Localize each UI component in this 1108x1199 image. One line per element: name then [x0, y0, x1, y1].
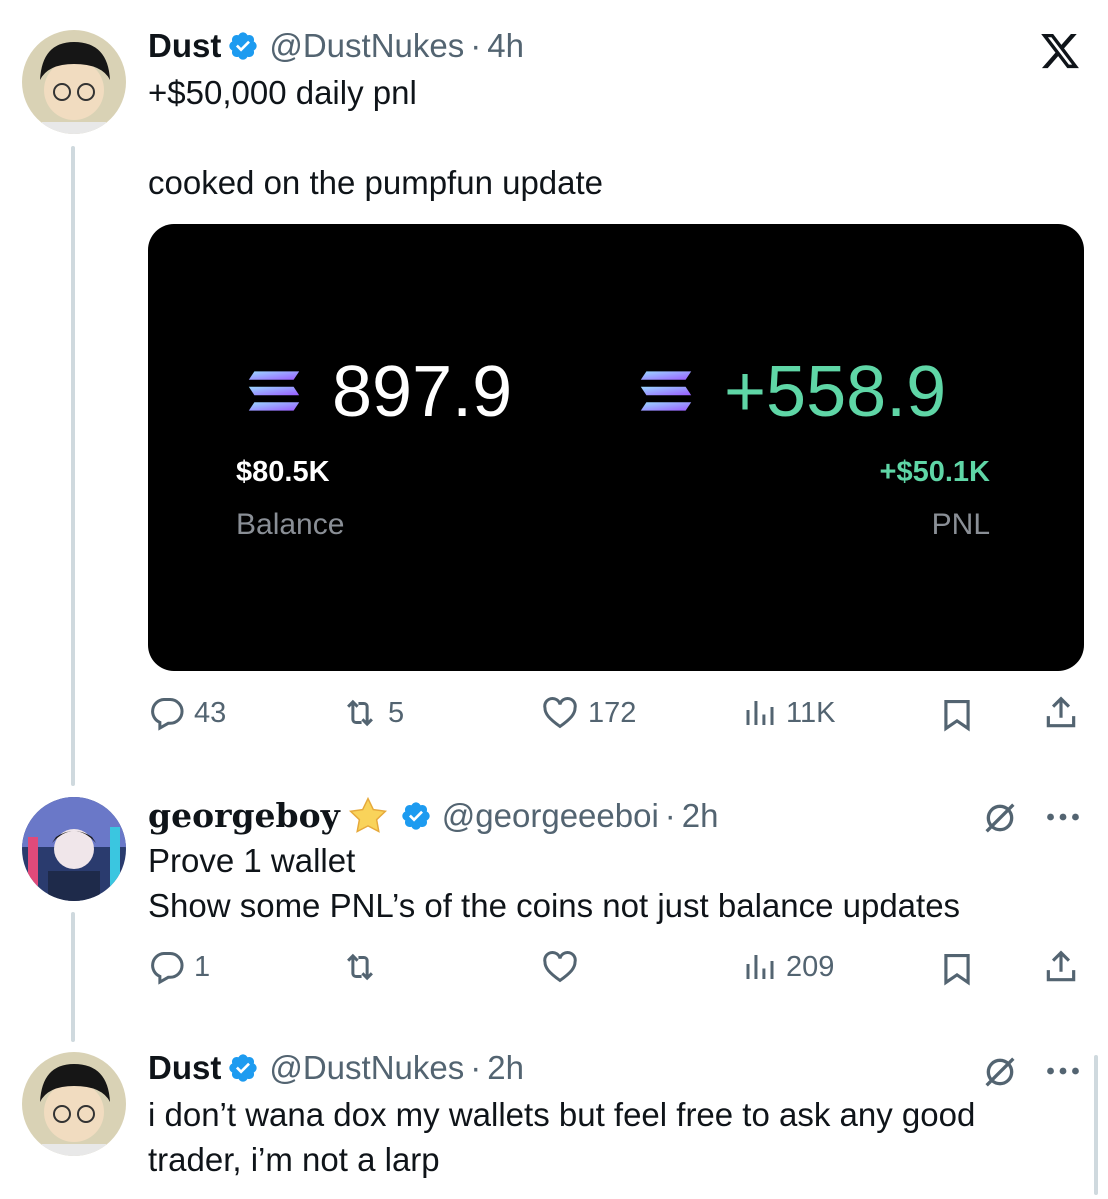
- post-text-line-1: +$50,000 daily pnl: [148, 74, 417, 111]
- balance-usd-value: $80.5K: [236, 456, 330, 488]
- reply2-author-handle[interactable]: @DustNukes: [269, 1048, 464, 1088]
- post-header: Dust @DustNukes · 4h: [148, 26, 524, 66]
- reply2-text-line-2: trader, i’m not a larp: [148, 1141, 440, 1178]
- pnl-usd-value: +$50.1K: [879, 456, 990, 488]
- scrollbar[interactable]: [1094, 1055, 1098, 1195]
- avatar-dust-reply[interactable]: [22, 1052, 126, 1156]
- thread-connector-2: [71, 912, 75, 1042]
- verified-badge-icon: [229, 32, 258, 60]
- reply1-reply-count: 1: [194, 950, 211, 983]
- heart-icon: [543, 696, 577, 729]
- reply1-views-count: 209: [786, 950, 835, 983]
- bookmark-icon[interactable]: [938, 696, 976, 734]
- reply2-author-name[interactable]: Dust: [148, 1048, 221, 1088]
- reply-button[interactable]: 43: [148, 694, 226, 732]
- reply2-text-line-1: i don’t wana dox my wallets but feel fre…: [148, 1096, 976, 1133]
- reply-icon: [151, 952, 184, 985]
- reply2-header: Dust @DustNukes · 2h: [148, 1048, 524, 1088]
- pnl-label: PNL: [931, 508, 990, 541]
- reply1-reply-button[interactable]: 1: [148, 948, 210, 986]
- solana-icon-pnl: [640, 371, 692, 411]
- post-time[interactable]: 4h: [487, 26, 524, 66]
- more-icon[interactable]: [1046, 1066, 1080, 1076]
- reply2-verified-badge-icon: [229, 1054, 258, 1082]
- solana-icon-balance: [248, 371, 300, 411]
- post-text-line-2: cooked on the pumpfun update: [148, 164, 604, 201]
- author-handle[interactable]: @DustNukes: [269, 26, 464, 66]
- like-count: 172: [588, 696, 637, 729]
- reply-count: 43: [194, 696, 227, 729]
- views-icon: [746, 955, 774, 979]
- x-logo-icon[interactable]: [1036, 30, 1084, 72]
- bookmark-icon[interactable]: [938, 950, 976, 988]
- reply1-author-handle[interactable]: @georgeeeboi: [442, 796, 659, 836]
- reply2-time[interactable]: 2h: [487, 1048, 524, 1088]
- more-icon[interactable]: [1046, 812, 1080, 822]
- repost-count: 5: [388, 696, 405, 729]
- grok-icon[interactable]: [980, 798, 1020, 838]
- reply1-author-name[interactable]: georgeboy: [148, 796, 340, 836]
- reply1-like-button[interactable]: [540, 948, 580, 986]
- avatar-georgeboy-image: [22, 797, 126, 901]
- reply2-separator-dot: ·: [470, 1049, 482, 1086]
- star-emoji-icon: [348, 796, 387, 833]
- like-button[interactable]: 172: [540, 694, 636, 732]
- reply-icon: [151, 698, 184, 731]
- balance-label: Balance: [236, 508, 345, 541]
- reply1-repost-button[interactable]: [340, 948, 380, 986]
- reply1-text-line-2: Show some PNL’s of the coins not just ba…: [148, 887, 961, 924]
- views-count: 11K: [786, 696, 836, 729]
- reply1-text-line-1: Prove 1 wallet: [148, 842, 356, 879]
- views-button[interactable]: 11K: [742, 694, 835, 732]
- pnl-sol-value: +558.9: [724, 352, 947, 432]
- repost-icon: [347, 953, 373, 981]
- heart-icon: [543, 950, 577, 983]
- reply1-header: georgeboy @georgeeeboi · 2h: [148, 794, 719, 838]
- separator-dot: ·: [470, 27, 482, 64]
- thread-connector-1: [71, 146, 75, 786]
- reply1-views-button[interactable]: 209: [742, 948, 834, 986]
- reply1-verified-badge-icon: [402, 802, 430, 830]
- post-media-image[interactable]: 897.9 $80.5K Balance +558.9 +$50.1K PNL: [148, 224, 1084, 671]
- reply1-action-bar: 1 209: [148, 944, 1084, 994]
- avatar-dust-image: [22, 30, 126, 134]
- repost-icon: [347, 699, 373, 727]
- reply1-time[interactable]: 2h: [682, 796, 719, 836]
- author-name[interactable]: Dust: [148, 26, 221, 66]
- balance-sol-value: 897.9: [332, 352, 513, 432]
- grok-icon[interactable]: [980, 1052, 1020, 1092]
- repost-button[interactable]: 5: [340, 694, 404, 732]
- views-icon: [746, 701, 774, 725]
- avatar-dust[interactable]: [22, 30, 126, 134]
- share-icon[interactable]: [1042, 948, 1080, 986]
- reply1-separator-dot: ·: [664, 797, 676, 834]
- post-action-bar: 43 5 172 11K: [148, 688, 1084, 738]
- avatar-dust-reply-image: [22, 1052, 126, 1156]
- share-icon[interactable]: [1042, 694, 1080, 732]
- avatar-georgeboy[interactable]: [22, 797, 126, 901]
